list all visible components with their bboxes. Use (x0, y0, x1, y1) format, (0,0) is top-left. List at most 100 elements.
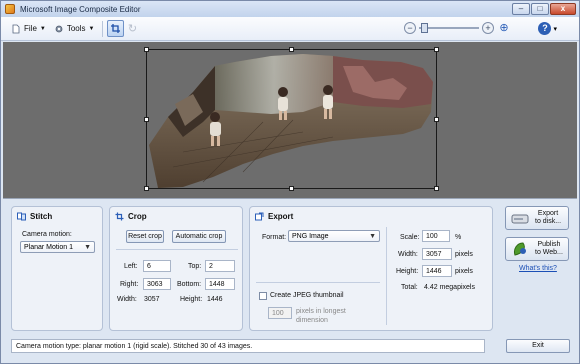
rotate-icon: ↻ (127, 23, 138, 35)
camera-motion-value: Planar Motion 1 (24, 244, 74, 251)
disk-icon (511, 214, 529, 224)
crop-title: Crop (115, 212, 147, 221)
chevron-down-icon: ▼ (84, 244, 91, 251)
export-icon (255, 212, 264, 221)
crop-handle[interactable] (144, 186, 149, 191)
format-label: Format: (262, 234, 287, 241)
crop-handle[interactable] (144, 47, 149, 52)
divider (256, 282, 380, 283)
divider (116, 249, 238, 250)
reset-crop-button[interactable]: Reset crop (126, 230, 164, 243)
crop-panel: Crop Reset crop Automatic crop Left: 6 T… (109, 206, 243, 331)
crop-bottom-field[interactable]: 1448 (205, 278, 235, 290)
scale-label: Scale: (400, 234, 420, 241)
automatic-crop-button[interactable]: Automatic crop (172, 230, 226, 243)
title-bar: Microsoft Image Composite Editor – □ x (1, 1, 579, 17)
chevron-down-icon: ▼ (369, 233, 376, 240)
crop-handle[interactable] (434, 47, 439, 52)
crop-handle[interactable] (434, 117, 439, 122)
total-label: Total: (401, 284, 418, 291)
crop-height-label: Height: (180, 296, 203, 303)
export-width-unit: pixels (455, 251, 473, 258)
jpeg-thumbnail-checkbox[interactable] (259, 292, 267, 300)
zoom-track (419, 27, 479, 29)
thumbnail-unit-line2: dimension (296, 317, 328, 324)
crop-height-value: 1446 (207, 296, 223, 303)
tools-menu-label: Tools (66, 24, 86, 33)
crop-handle[interactable] (289, 186, 294, 191)
export-width-field[interactable]: 3057 (422, 248, 452, 260)
total-value: 4.42 megapixels (424, 284, 475, 291)
close-button[interactable]: x (550, 3, 576, 15)
panorama-canvas[interactable] (3, 42, 577, 199)
zoom-out-button[interactable]: − (404, 22, 416, 34)
export-height-label: Height: (396, 268, 419, 275)
format-value: PNG Image (292, 233, 329, 240)
help-icon: ? (538, 22, 552, 35)
fit-to-window-button[interactable]: ⊕ (497, 21, 511, 35)
app-window: Microsoft Image Composite Editor – □ x F… (0, 0, 580, 364)
maximize-button[interactable]: □ (531, 3, 549, 15)
crop-handle[interactable] (434, 186, 439, 191)
crop-handle[interactable] (144, 117, 149, 122)
crop-handle[interactable] (289, 47, 294, 52)
status-text: Camera motion type: planar motion 1 (rig… (11, 339, 485, 353)
export-height-field[interactable]: 1446 (422, 265, 452, 277)
stitch-title: Stitch (17, 212, 52, 221)
crop-top-field[interactable]: 2 (205, 260, 235, 272)
crop-width-label: Width: (117, 296, 137, 303)
stitch-title-label: Stitch (30, 212, 53, 221)
export-to-disk-button[interactable]: Export to disk... (505, 206, 569, 230)
zoom-controls: − + ⊕ (404, 21, 511, 35)
divider (386, 227, 387, 325)
file-menu[interactable]: File ▼ (7, 20, 50, 38)
thumbnail-size-field[interactable]: 100 (268, 307, 292, 319)
rotate-button[interactable]: ↻ (124, 21, 140, 37)
help-menu[interactable]: ? ▾ (538, 22, 557, 35)
scale-field[interactable]: 100 (422, 230, 450, 242)
chevron-down-icon: ▼ (39, 25, 46, 32)
format-select[interactable]: PNG Image ▼ (288, 230, 380, 242)
toolbar-separator (102, 20, 104, 37)
export-disk-line2: to disk... (535, 218, 562, 225)
crop-title-label: Crop (128, 212, 147, 221)
jpeg-thumbnail-label: Create JPEG thumbnail (270, 292, 344, 299)
export-panel: Export Format: PNG Image ▼ Create JPEG t… (249, 206, 493, 331)
crop-rectangle[interactable] (144, 47, 439, 191)
export-title-label: Export (268, 212, 294, 221)
export-width-label: Width: (398, 251, 418, 258)
whats-this-link[interactable]: What's this? (519, 265, 557, 272)
export-disk-line1: Export (537, 210, 559, 217)
gear-icon (55, 25, 63, 32)
zoom-thumb[interactable] (421, 23, 428, 33)
crop-right-field[interactable]: 3063 (143, 278, 171, 290)
stitch-panel: Stitch Camera motion: Planar Motion 1 ▼ (11, 206, 103, 331)
camera-motion-select[interactable]: Planar Motion 1 ▼ (20, 241, 95, 253)
crop-icon (115, 212, 124, 221)
publish-line2: to Web... (535, 249, 563, 256)
export-height-unit: pixels (455, 268, 473, 275)
zoom-in-button[interactable]: + (482, 22, 494, 34)
minimize-button[interactable]: – (512, 3, 530, 15)
publish-to-web-button[interactable]: Publish to Web... (505, 237, 569, 261)
app-icon (5, 4, 15, 14)
crop-left-field[interactable]: 6 (143, 260, 171, 272)
tools-menu[interactable]: Tools ▼ (50, 20, 99, 38)
window-controls: – □ x (512, 3, 576, 15)
window-title: Microsoft Image Composite Editor (20, 4, 141, 14)
exit-button[interactable]: Exit (506, 339, 570, 353)
publish-web-icon (514, 242, 526, 256)
file-icon (12, 24, 20, 33)
stitch-icon (17, 212, 26, 221)
scale-unit: % (455, 234, 462, 241)
zoom-slider[interactable] (419, 23, 479, 33)
crop-toggle-button[interactable] (107, 20, 125, 37)
crop-right-label: Right: (120, 281, 139, 288)
toolbar: File ▼ Tools ▼ ↻ − + ⊕ ? ▾ (1, 17, 579, 41)
export-title: Export (255, 212, 293, 221)
crop-top-label: Top: (188, 263, 202, 270)
chevron-down-icon: ▼ (88, 25, 95, 32)
chevron-down-icon: ▾ (553, 25, 557, 33)
crop-width-value: 3057 (144, 296, 160, 303)
camera-motion-label: Camera motion: (22, 231, 72, 238)
